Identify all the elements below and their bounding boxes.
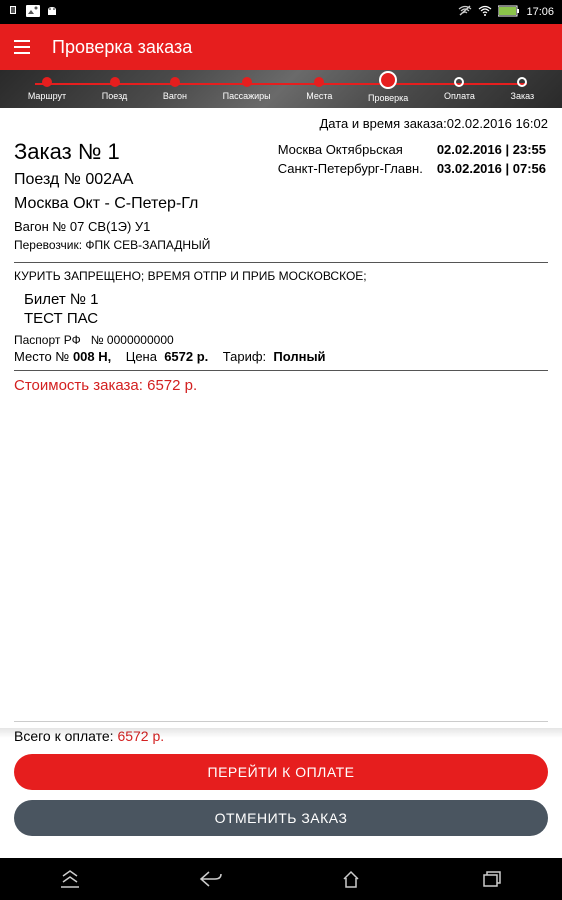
seat-info: Место № 008 Н, Цена 6572 р. Тариф: Полны… — [14, 349, 548, 364]
content-area: Дата и время заказа:02.02.2016 16:02 Зак… — [0, 108, 562, 402]
order-cost: Стоимость заказа: 6572 р. — [14, 377, 548, 394]
battery-icon — [498, 5, 520, 20]
carrier-info: Перевозчик: ФПК СЕВ-ЗАПАДНЫЙ — [14, 238, 276, 252]
home-icon[interactable] — [339, 867, 363, 891]
wifi-off-icon — [458, 5, 472, 20]
passport-info: Паспорт РФ № 0000000000 — [14, 333, 548, 347]
wifi-icon — [478, 5, 492, 20]
app-bar: Проверка заказа — [0, 24, 562, 70]
schedule: Москва Октябрьская02.02.2016 | 23:55 Сан… — [276, 139, 548, 252]
step-train[interactable]: Поезд — [102, 77, 127, 101]
divider — [14, 262, 548, 263]
footer: Всего к оплате: 6572 р. ПЕРЕЙТИ К ОПЛАТЕ… — [0, 715, 562, 858]
page-title: Проверка заказа — [52, 37, 192, 58]
wagon-info: Вагон № 07 СВ(1Э) У1 — [14, 219, 276, 234]
stepper: Маршрут Поезд Вагон Пассажиры Места Пров… — [0, 70, 562, 108]
divider — [14, 721, 548, 722]
step-seats[interactable]: Места — [306, 77, 332, 101]
ticket-title: Билет № 1 — [24, 291, 548, 308]
passenger-name: ТЕСТ ПАС — [24, 310, 548, 327]
gallery-icon — [26, 5, 40, 20]
notification-icon — [8, 5, 20, 20]
nav-bar — [0, 858, 562, 900]
order-notes: КУРИТЬ ЗАПРЕЩЕНО; ВРЕМЯ ОТПР И ПРИБ МОСК… — [14, 269, 548, 283]
divider — [14, 370, 548, 371]
back-icon[interactable] — [199, 867, 223, 891]
step-wagon[interactable]: Вагон — [163, 77, 187, 101]
status-bar: 17:06 — [0, 0, 562, 24]
train-number: Поезд № 002АА — [14, 171, 276, 189]
step-passengers[interactable]: Пассажиры — [223, 77, 271, 101]
android-icon — [46, 5, 58, 20]
step-check[interactable]: Проверка — [368, 75, 408, 103]
step-route[interactable]: Маршрут — [28, 77, 66, 101]
route: Москва Окт - С-Петер-Гл — [14, 195, 276, 213]
recents-icon[interactable] — [480, 867, 504, 891]
pay-button[interactable]: ПЕРЕЙТИ К ОПЛАТЕ — [14, 754, 548, 790]
clock-text: 17:06 — [526, 6, 554, 18]
collapse-icon[interactable] — [58, 867, 82, 891]
cancel-button[interactable]: ОТМЕНИТЬ ЗАКАЗ — [14, 800, 548, 836]
order-title: Заказ № 1 — [14, 139, 276, 165]
step-payment[interactable]: Оплата — [444, 77, 475, 101]
order-date: Дата и время заказа:02.02.2016 16:02 — [14, 116, 548, 131]
menu-icon[interactable] — [14, 40, 32, 54]
step-order[interactable]: Заказ — [511, 77, 535, 101]
